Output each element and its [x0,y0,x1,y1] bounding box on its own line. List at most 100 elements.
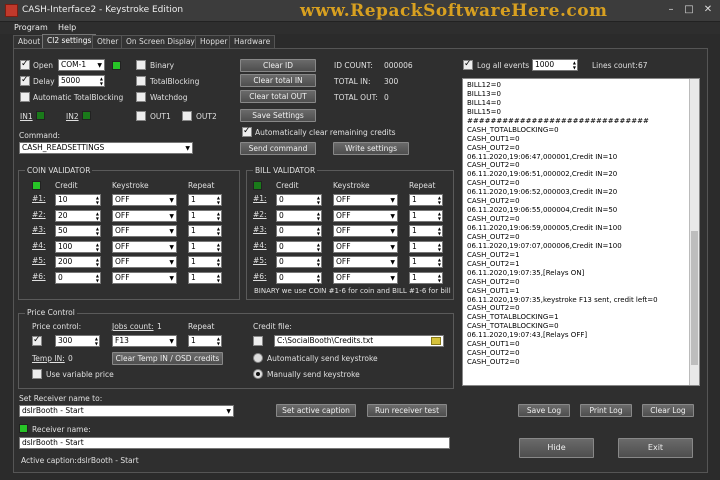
menu-program[interactable]: Program [14,23,48,32]
active-caption-value: dslrBooth - Start [77,456,139,465]
print-log-button[interactable]: Print Log [580,404,632,417]
price-keystroke-select[interactable]: F13 [112,335,177,347]
coin-row-6-credit-input[interactable]: 0 [55,271,101,284]
bill-row-3-repeat-input[interactable]: 1 [409,225,443,237]
coin-row-5-repeat-input[interactable]: 1 [188,256,222,268]
bill-row-2-repeat-input[interactable]: 1 [409,209,443,222]
run-receiver-test-button[interactable]: Run receiver test [367,404,447,417]
maximize-icon[interactable]: □ [682,4,696,17]
tab-on-screen-display[interactable]: On Screen Display [121,35,200,48]
write-settings-button[interactable]: Write settings [333,142,409,155]
log-line: BILL12=0 [467,81,501,89]
log-all-events-checkbox[interactable] [463,59,473,70]
coin-row-5-keystroke-select[interactable]: OFF [112,256,177,268]
clear-total-out-button[interactable]: Clear total OUT [240,90,316,103]
bill-header-keystroke: Keystroke [333,181,370,190]
log-scrollbar[interactable] [689,79,699,385]
bill-row-1-repeat-input[interactable]: 1 [409,194,443,206]
coin-row-3-repeat-input[interactable]: 1 [188,225,222,237]
log-line: 06.11.2020,19:06:52,000003,Credit IN=20 [467,188,618,197]
coin-row-5-credit-input[interactable]: 200 [55,256,101,268]
bill-row-2-keystroke-select[interactable]: OFF [333,209,398,222]
auto-send-radio[interactable] [253,353,263,363]
bill-row-2-label: #2: [253,209,267,219]
bill-row-4-keystroke-select[interactable]: OFF [333,240,398,253]
out1-checkbox[interactable] [136,111,146,121]
coin-row-2-keystroke-select[interactable]: OFF [112,209,177,222]
watermark: www.RepackSoftwareHere.com [300,1,608,21]
auto-totalblocking-checkbox[interactable] [20,92,30,102]
tab-cl2-settings[interactable]: Cl2 settings [42,34,97,48]
coin-row-1-keystroke-select[interactable]: OFF [112,194,177,206]
hide-button[interactable]: Hide [519,438,594,458]
bill-row-4-repeat-input[interactable]: 1 [409,240,443,253]
clear-total-in-button[interactable]: Clear total IN [240,74,316,87]
coin-row-4-repeat-input[interactable]: 1 [188,240,222,253]
command-select[interactable]: CASH_READSETTINGS [19,142,193,154]
auto-clear-checkbox[interactable] [242,126,252,137]
price-control-checkbox[interactable] [32,335,42,346]
delay-input[interactable]: 5000 [58,75,105,87]
log-line: CASH_OUT2=0 [467,161,520,170]
bill-row-5-keystroke-select[interactable]: OFF [333,256,398,268]
watchdog-checkbox[interactable] [136,92,146,102]
log-lines-input[interactable]: 1000 [532,59,578,71]
coin-row-6-repeat-input[interactable]: 1 [188,271,222,284]
log-scrollbar-thumb[interactable] [691,231,698,365]
binary-checkbox[interactable] [136,60,146,70]
delay-checkbox[interactable] [20,75,30,86]
clear-id-button[interactable]: Clear ID [240,59,316,72]
set-active-caption-button[interactable]: Set active caption [276,404,356,417]
bill-row-6-repeat-input[interactable]: 1 [409,271,443,284]
coin-row-3-credit-input[interactable]: 50 [55,225,101,237]
clear-temp-in-button[interactable]: Clear Temp IN / OSD credits [112,352,223,365]
tab-hopper[interactable]: Hopper [195,35,233,48]
port-status-led [112,61,121,70]
exit-button[interactable]: Exit [618,438,693,458]
receiver-name-input[interactable]: dslrBooth - Start [19,437,450,449]
clear-log-button[interactable]: Clear Log [642,404,694,417]
coin-row-1-credit-input[interactable]: 10 [55,194,101,206]
bill-row-5-repeat-input[interactable]: 1 [409,256,443,268]
save-settings-button[interactable]: Save Settings [240,109,316,122]
bill-row-2-credit-input[interactable]: 0 [276,209,322,222]
bill-row-3-credit-input[interactable]: 0 [276,225,322,237]
event-log[interactable]: BILL12=0 BILL13=0 BILL14=0 BILL15=0 ########… [462,78,700,386]
out2-checkbox[interactable] [182,111,192,121]
coin-row-1-repeat-input[interactable]: 1 [188,194,222,206]
coin-row-6-keystroke-select[interactable]: OFF [112,271,177,284]
totalblocking-label: TotalBlocking [150,77,200,86]
bill-row-1-keystroke-select[interactable]: OFF [333,194,398,206]
tab-about[interactable]: About [13,35,46,48]
totalblocking-checkbox[interactable] [136,76,146,86]
tab-hardware[interactable]: Hardware [229,35,276,48]
credit-file-checkbox[interactable] [253,336,263,346]
use-variable-price-checkbox[interactable] [32,369,42,379]
open-checkbox[interactable] [20,59,30,70]
coin-row-4-credit-input[interactable]: 100 [55,240,101,253]
price-repeat-input[interactable]: 1 [188,335,222,347]
tab-other[interactable]: Other [92,35,124,48]
set-receiver-select[interactable]: dslrBooth - Start [19,405,234,417]
price-input[interactable]: 300 [55,335,100,347]
coin-row-2-credit-input[interactable]: 20 [55,209,101,222]
coin-row-4-keystroke-select[interactable]: OFF [112,240,177,253]
save-log-button[interactable]: Save Log [518,404,570,417]
port-select[interactable]: COM-1 [58,59,105,71]
send-command-button[interactable]: Send command [240,142,316,155]
menu-help[interactable]: Help [58,23,76,32]
close-icon[interactable]: ✕ [701,4,715,17]
manual-send-radio[interactable] [253,369,263,379]
coin-row-3-keystroke-select[interactable]: OFF [112,225,177,237]
bill-row-6-keystroke-select[interactable]: OFF [333,271,398,284]
minimize-icon[interactable]: – [664,4,678,17]
bill-row-5-credit-input[interactable]: 0 [276,256,322,268]
credit-file-input[interactable]: C:\SocialBooth\Credits.txt [274,335,444,347]
bill-row-3-keystroke-select[interactable]: OFF [333,225,398,237]
bill-row-4-credit-input[interactable]: 0 [276,240,322,253]
bill-row-6-credit-input[interactable]: 0 [276,271,322,284]
folder-icon[interactable] [431,337,441,345]
coin-row-2-repeat-input[interactable]: 1 [188,209,222,222]
bill-row-4-label: #4: [253,240,267,250]
bill-row-1-credit-input[interactable]: 0 [276,194,322,206]
